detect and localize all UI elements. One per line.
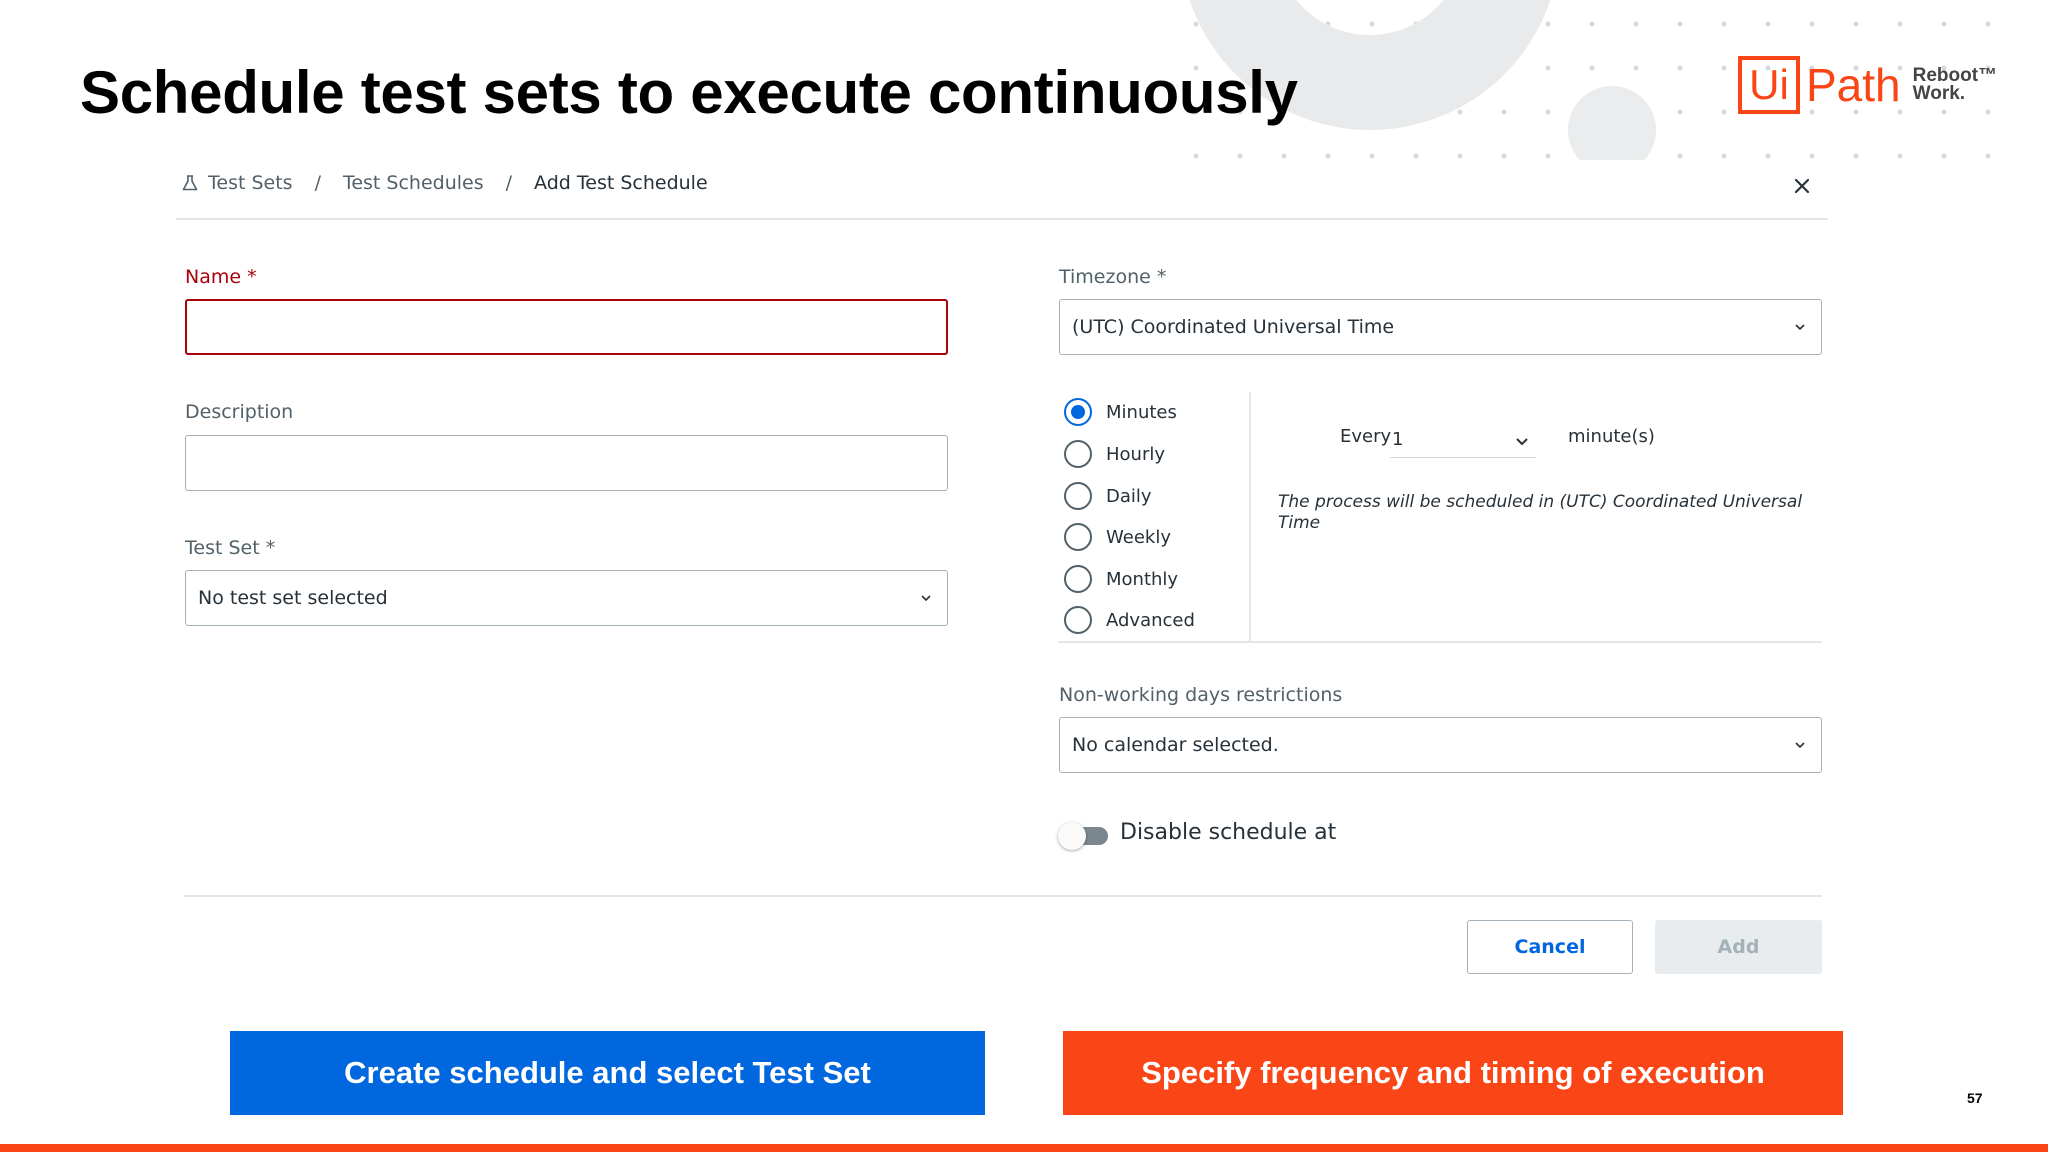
radio-button[interactable]	[1064, 440, 1092, 468]
timezone-select[interactable]: (UTC) Coordinated Universal Time	[1059, 299, 1822, 355]
non-working-days-label: Non-working days restrictions	[1059, 684, 1343, 706]
timezone-label: Timezone *	[1059, 266, 1167, 288]
slide-title: Schedule test sets to execute continuous…	[80, 59, 1298, 126]
breadcrumb: Test Sets / Test Schedules / Add Test Sc…	[180, 172, 708, 194]
test-set-select[interactable]: No test set selected	[185, 570, 948, 626]
every-interval-select[interactable]: 1	[1390, 422, 1536, 458]
radio-button-selected[interactable]	[1064, 398, 1092, 426]
radio-advanced[interactable]: Advanced	[1064, 606, 1195, 634]
radio-label-minutes: Minutes	[1106, 401, 1177, 423]
radio-minutes[interactable]: Minutes	[1064, 398, 1177, 426]
frequency-bottom-divider	[1058, 641, 1822, 643]
breadcrumb-separator: /	[314, 172, 321, 194]
timezone-schedule-note: The process will be scheduled in (UTC) C…	[1278, 492, 1803, 533]
description-label: Description	[185, 401, 294, 423]
add-button[interactable]: Add	[1655, 920, 1822, 974]
radio-hourly[interactable]: Hourly	[1064, 440, 1165, 468]
radio-label-monthly: Monthly	[1106, 568, 1179, 590]
header-divider	[176, 218, 1828, 220]
create-schedule-banner: Create schedule and select Test Set	[230, 1031, 985, 1115]
logo-path-text: Path	[1806, 59, 1901, 111]
logo-work-text: Work.	[1912, 83, 1966, 104]
name-label: Name *	[185, 266, 257, 288]
frequency-timing-banner: Specify frequency and timing of executio…	[1063, 1031, 1843, 1115]
frequency-vertical-divider	[1249, 392, 1251, 642]
radio-monthly[interactable]: Monthly	[1064, 565, 1178, 593]
chevron-down-icon	[1795, 742, 1805, 749]
footer-divider	[184, 895, 1822, 897]
radio-button[interactable]	[1064, 565, 1092, 593]
every-label: Every	[1340, 426, 1392, 447]
calendar-value: No calendar selected.	[1072, 734, 1279, 756]
disable-schedule-toggle[interactable]	[1058, 820, 1110, 850]
every-interval-value: 1	[1392, 429, 1404, 450]
uipath-logo: Ui Path Reboot™ Work.	[1738, 56, 1997, 114]
radio-button[interactable]	[1064, 606, 1092, 634]
description-input[interactable]	[198, 436, 935, 490]
calendar-select[interactable]: No calendar selected.	[1059, 717, 1822, 773]
interval-unit-label: minute(s)	[1568, 426, 1655, 447]
radio-weekly[interactable]: Weekly	[1064, 523, 1171, 551]
name-field[interactable]	[185, 299, 948, 355]
breadcrumb-add-test-schedule: Add Test Schedule	[534, 172, 708, 194]
logo-ui-mark: Ui	[1738, 56, 1800, 114]
radio-button[interactable]	[1064, 482, 1092, 510]
radio-label-hourly: Hourly	[1106, 443, 1166, 465]
test-set-value: No test set selected	[198, 587, 388, 609]
breadcrumb-test-schedules[interactable]: Test Schedules	[343, 172, 484, 194]
radio-daily[interactable]: Daily	[1064, 482, 1152, 510]
breadcrumb-separator: /	[505, 172, 513, 194]
chevron-down-icon	[1795, 324, 1805, 331]
page-number: 57	[1967, 1090, 1983, 1106]
flask-icon	[182, 175, 198, 191]
radio-label-daily: Daily	[1106, 485, 1152, 507]
description-field[interactable]	[185, 435, 948, 491]
cancel-button[interactable]: Cancel	[1467, 920, 1633, 974]
timezone-value: (UTC) Coordinated Universal Time	[1072, 316, 1395, 338]
radio-button[interactable]	[1064, 523, 1092, 551]
toggle-knob	[1058, 822, 1086, 850]
close-icon[interactable]	[1790, 174, 1814, 198]
radio-label-weekly: Weekly	[1106, 526, 1171, 548]
chevron-down-icon	[921, 595, 931, 602]
bottom-accent-bar	[0, 1144, 2048, 1152]
disable-schedule-label: Disable schedule at	[1120, 820, 1337, 845]
logo-tagline: Reboot™ Work.	[1912, 66, 1997, 104]
name-input[interactable]	[199, 301, 934, 353]
radio-label-advanced: Advanced	[1106, 609, 1195, 631]
chevron-down-icon	[1516, 438, 1528, 446]
test-set-label: Test Set *	[185, 537, 276, 559]
breadcrumb-test-sets[interactable]: Test Sets	[208, 172, 293, 194]
